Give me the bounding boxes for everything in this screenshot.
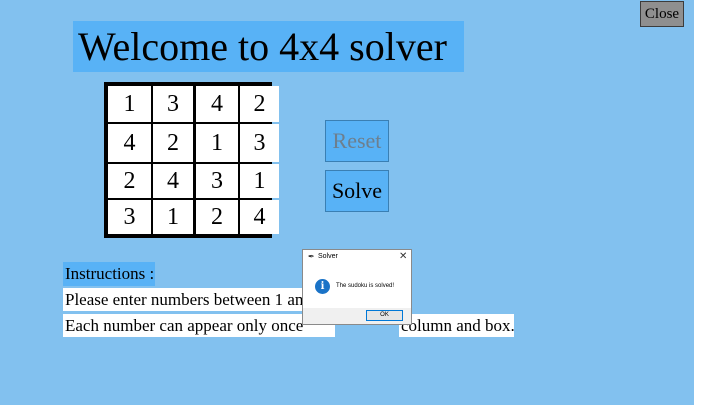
dialog-title: Solver <box>318 253 338 260</box>
instruction-line-2-right: column and box. <box>399 314 514 337</box>
cell-value: 1 <box>123 90 136 117</box>
grid-cell[interactable]: 3 <box>196 164 238 198</box>
window-edge <box>694 0 703 405</box>
cell-value: 2 <box>211 203 223 230</box>
grid-cell[interactable]: 3 <box>108 200 151 234</box>
grid-cell[interactable]: 2 <box>108 164 151 198</box>
grid-cell[interactable]: 4 <box>108 124 151 162</box>
dialog-close-icon[interactable]: ✕ <box>399 251 407 262</box>
cell-value: 2 <box>167 129 179 156</box>
dialog-titlebar: ✒ Solver ✕ <box>303 250 411 266</box>
grid-cell[interactable]: 2 <box>240 86 279 122</box>
grid-cell[interactable]: 3 <box>240 124 279 162</box>
dialog-message: The sudoku is solved! <box>336 283 395 289</box>
info-icon: i <box>315 279 330 294</box>
solver-dialog: ✒ Solver ✕ i The sudoku is solved! OK <box>302 249 412 325</box>
instructions-heading: Instructions : <box>63 262 155 286</box>
grid-cell[interactable]: 2 <box>153 124 193 162</box>
cell-value: 1 <box>167 203 179 230</box>
close-button[interactable]: Close <box>640 1 684 27</box>
page-title: Welcome to 4x4 solver <box>73 21 464 72</box>
grid-cell[interactable]: 1 <box>108 86 151 122</box>
cell-value: 4 <box>167 167 179 194</box>
cell-value: 4 <box>123 129 136 156</box>
sudoku-grid: 1 3 4 2 4 2 1 3 2 4 3 1 3 1 2 4 <box>104 82 279 238</box>
cell-value: 3 <box>211 167 223 194</box>
cell-value: 2 <box>253 90 266 117</box>
grid-cell[interactable]: 4 <box>240 200 279 234</box>
grid-cell[interactable]: 3 <box>153 86 193 122</box>
grid-cell[interactable]: 1 <box>196 124 238 162</box>
grid-cell[interactable]: 2 <box>196 200 238 234</box>
cell-value: 3 <box>167 90 179 117</box>
cell-value: 4 <box>253 203 266 230</box>
instruction-line-2-left: Each number can appear only once <box>63 314 335 337</box>
ok-button[interactable]: OK <box>366 310 403 321</box>
reset-button[interactable]: Reset <box>325 120 389 162</box>
cell-value: 2 <box>123 167 136 194</box>
cell-value: 1 <box>253 167 266 194</box>
cell-value: 1 <box>211 129 223 156</box>
cell-value: 3 <box>123 203 136 230</box>
cell-value: 4 <box>211 90 223 117</box>
grid-cell[interactable]: 1 <box>153 200 193 234</box>
grid-cell[interactable]: 4 <box>196 86 238 122</box>
cell-value: 3 <box>253 129 266 156</box>
instruction-line-1: Please enter numbers between 1 and <box>63 288 311 311</box>
grid-cell[interactable]: 1 <box>240 164 279 198</box>
solve-button[interactable]: Solve <box>325 170 389 212</box>
feather-icon: ✒ <box>308 252 315 261</box>
grid-cell[interactable]: 4 <box>153 164 193 198</box>
